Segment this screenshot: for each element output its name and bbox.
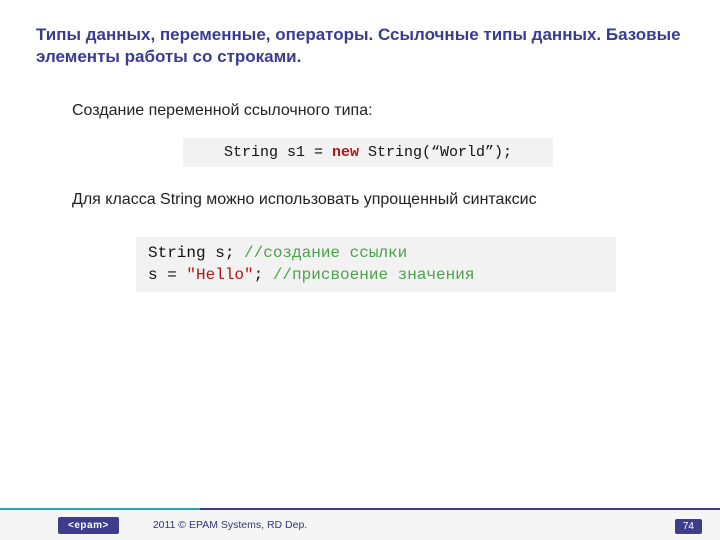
footer-body: <epam> 2011 © EPAM Systems, RD Dep. (0, 510, 720, 540)
paragraph-simplified: Для класса String можно использовать упр… (72, 191, 664, 209)
code-comment: //создание ссылки (244, 244, 407, 262)
code-keyword-new: new (332, 144, 359, 161)
code-comment: //присвоение значения (273, 266, 475, 284)
code-text: String(“World”); (359, 144, 512, 161)
footer: <epam> 2011 © EPAM Systems, RD Dep. 74 (0, 508, 720, 540)
code-block-assign: String s; //создание ссылки s = "Hello";… (136, 237, 616, 292)
code-text: String s1 = (224, 144, 332, 161)
slide-content: Создание переменной ссылочного типа: Str… (0, 84, 720, 292)
code-text: ; (254, 266, 273, 284)
code-block-new-string: String s1 = new String(“World”); (183, 138, 553, 167)
slide-title: Типы данных, переменные, операторы. Ссыл… (0, 0, 720, 84)
footer-copyright: 2011 © EPAM Systems, RD Dep. (153, 519, 307, 531)
paragraph-intro: Создание переменной ссылочного типа: (72, 102, 664, 120)
code-string-literal: "Hello" (186, 266, 253, 284)
epam-logo: <epam> (58, 517, 119, 534)
page-number: 74 (675, 519, 702, 534)
code-text: s = (148, 266, 186, 284)
code-text: String s; (148, 244, 244, 262)
